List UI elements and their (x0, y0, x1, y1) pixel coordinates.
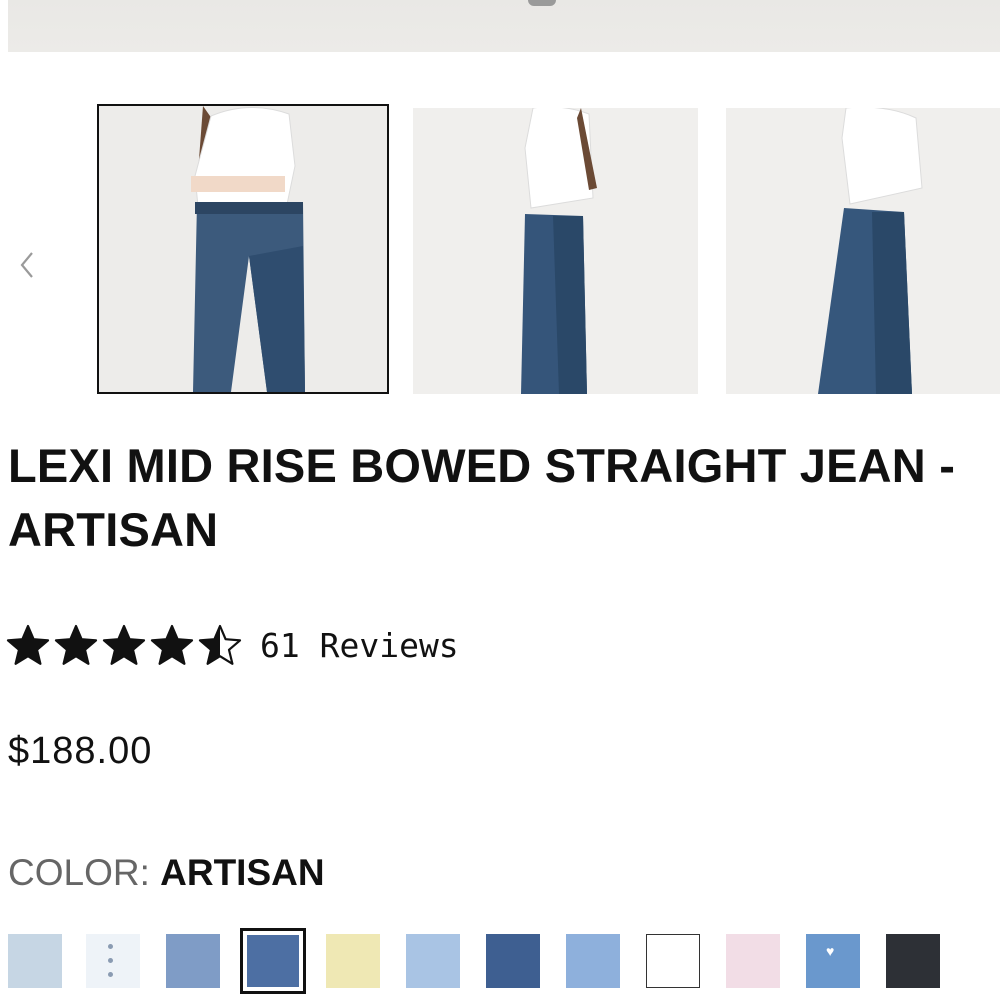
rating-summary[interactable]: 61 Reviews (6, 618, 459, 672)
swatch-fill (247, 935, 299, 987)
gallery-thumbnail-1[interactable] (97, 104, 389, 394)
main-image-detail (528, 0, 556, 6)
color-selection-label: COLOR: ARTISAN (8, 850, 325, 896)
product-price: $188.00 (8, 730, 153, 772)
color-swatch[interactable] (166, 934, 220, 988)
gallery-thumbnail-2[interactable] (413, 108, 698, 394)
color-swatch[interactable] (86, 934, 140, 988)
color-swatch[interactable] (566, 934, 620, 988)
star-half-icon (198, 624, 242, 665)
main-product-image[interactable] (8, 0, 1000, 52)
color-selected-name: ARTISAN (160, 852, 325, 893)
color-swatch[interactable]: ♥ (806, 934, 860, 988)
thumbnail-image-side (413, 108, 698, 394)
gallery-thumbnail-3[interactable] (726, 108, 1000, 394)
gallery-prev-button[interactable] (14, 248, 42, 282)
star-filled-icon (6, 624, 50, 665)
color-label: COLOR: (8, 852, 150, 893)
color-swatch[interactable] (486, 934, 540, 988)
color-swatch[interactable] (8, 934, 62, 988)
star-filled-icon (150, 624, 194, 665)
star-rating (6, 623, 242, 667)
thumbnail-image-front (99, 106, 387, 392)
reviews-link[interactable]: 61 Reviews (260, 626, 459, 665)
color-swatch[interactable] (240, 928, 306, 994)
color-swatch[interactable] (886, 934, 940, 988)
thumbnail-image-angle (726, 108, 1000, 394)
color-swatch[interactable] (326, 934, 380, 988)
color-swatch[interactable] (646, 934, 700, 988)
star-filled-icon (54, 624, 98, 665)
color-swatch[interactable] (406, 934, 460, 988)
color-swatch[interactable] (726, 934, 780, 988)
star-filled-icon (102, 624, 146, 665)
chevron-left-icon (20, 252, 33, 278)
product-title: LEXI MID RISE BOWED STRAIGHT JEAN - ARTI… (8, 439, 956, 556)
heart-icon: ♥ (826, 943, 835, 959)
